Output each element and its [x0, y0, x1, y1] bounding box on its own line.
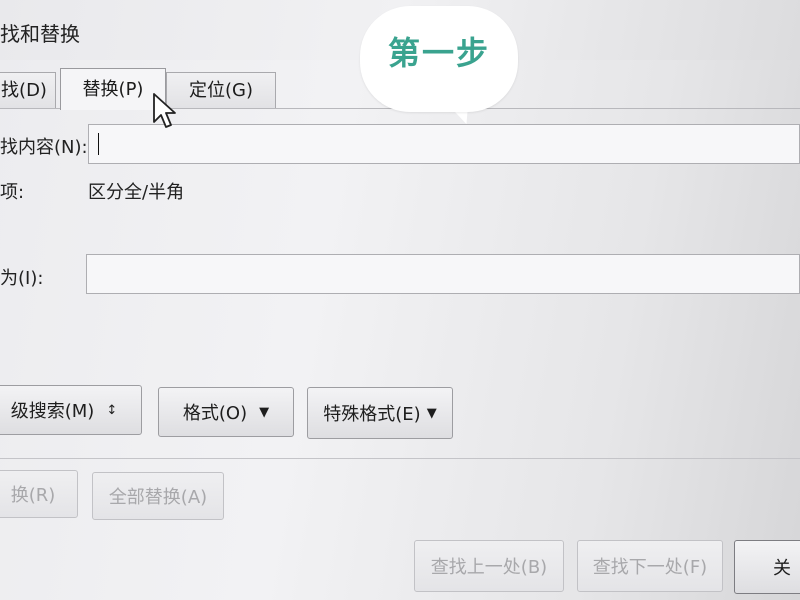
chevron-down-icon: ▼ — [259, 404, 270, 420]
options-value: 区分全/半角 — [88, 182, 185, 203]
replace-button[interactable]: 换(R) — [0, 470, 78, 518]
find-next-button-label: 查找下一处(F) — [592, 557, 708, 578]
replace-with-input[interactable] — [86, 254, 800, 294]
close-button[interactable]: 关 — [734, 540, 800, 594]
replace-button-label: 换(R) — [10, 485, 56, 506]
special-format-button-label: 特殊格式(E) — [323, 404, 421, 425]
tab-goto[interactable]: 定位(G) — [166, 72, 276, 108]
options-label: 项: — [0, 182, 25, 203]
find-previous-button-label: 查找上一处(B) — [430, 557, 548, 578]
more-button-label: 级搜索(M) — [10, 401, 95, 422]
special-format-button[interactable]: 特殊格式(E) ▼ — [307, 387, 453, 439]
find-what-input[interactable] — [88, 124, 800, 164]
format-button[interactable]: 格式(O) ▼ — [158, 387, 294, 437]
replace-all-button-label: 全部替换(A) — [108, 487, 208, 508]
replace-all-button[interactable]: 全部替换(A) — [92, 472, 224, 520]
section-divider — [0, 458, 800, 459]
double-chevron-icon: ↕ — [106, 402, 118, 418]
find-what-label: 找内容(N): — [0, 137, 88, 158]
annotation-step-text: 第一步 — [387, 34, 490, 72]
tab-replace[interactable]: 替换(P) — [60, 68, 166, 110]
find-next-button[interactable]: 查找下一处(F) — [577, 540, 723, 592]
chevron-down-icon: ▼ — [426, 405, 437, 421]
format-button-label: 格式(O) — [182, 403, 248, 424]
mouse-pointer-icon — [153, 93, 176, 128]
window-title: 找和替换 — [0, 22, 80, 46]
find-previous-button[interactable]: 查找上一处(B) — [414, 540, 564, 592]
replace-with-label: 为(I): — [0, 268, 44, 289]
tab-find[interactable]: 找(D) — [0, 72, 56, 108]
more-button[interactable]: 级搜索(M) ↕ — [0, 385, 142, 435]
text-caret — [98, 133, 99, 155]
close-button-label: 关 — [773, 558, 791, 579]
